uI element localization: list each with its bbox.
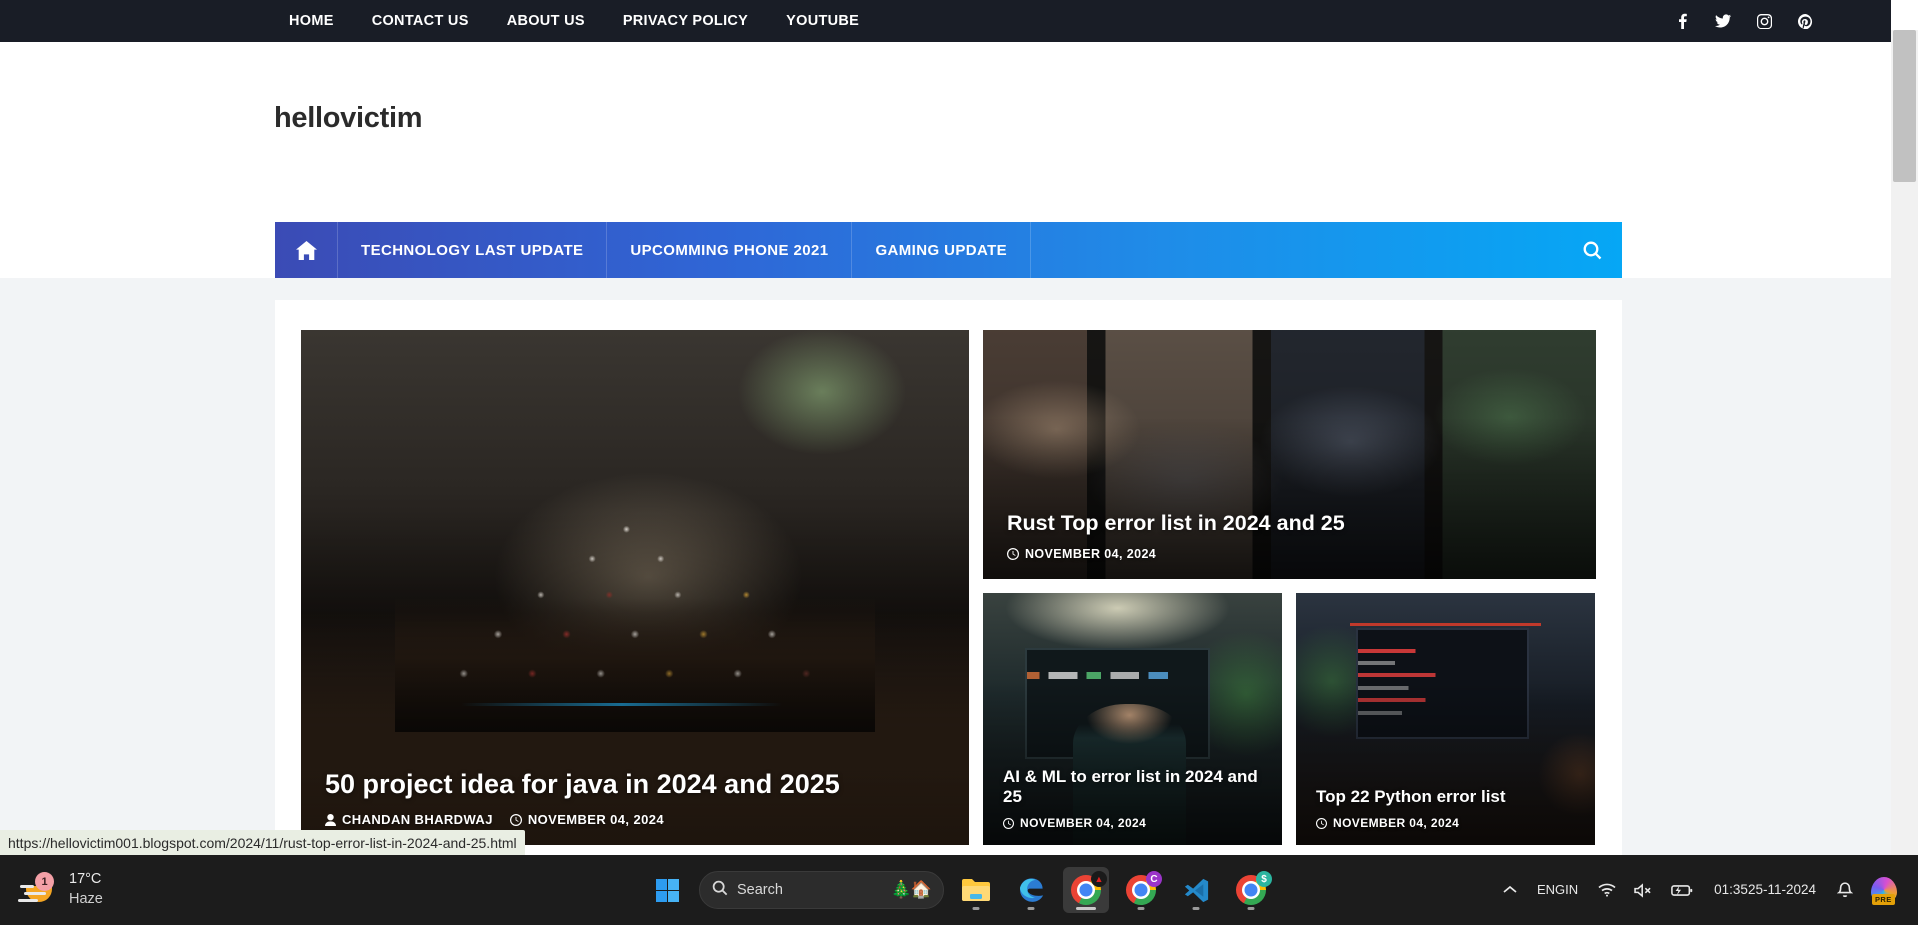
taskbar-app-microsoft-edge[interactable] xyxy=(1008,867,1054,913)
post-meta: NOVEMBER 04, 2024 xyxy=(1316,816,1581,830)
link-status-bar: https://hellovictim001.blogspot.com/2024… xyxy=(0,830,525,855)
instagram-icon[interactable] xyxy=(1756,13,1772,29)
mainnav-item-upcomming-phone-2021[interactable]: UPCOMMING PHONE 2021 xyxy=(607,222,853,278)
search-icon xyxy=(712,880,728,901)
post-text-block: AI & ML to error list in 2024 and 25 NOV… xyxy=(1003,767,1268,830)
mainnav-item-technology-last-update[interactable]: TECHNOLOGY LAST UPDATE xyxy=(338,222,608,278)
taskbar-app-google-chrome-profile-s[interactable]: $ xyxy=(1228,867,1274,913)
scrollbar-track-top-cap xyxy=(1891,0,1918,30)
post-date-text: NOVEMBER 04, 2024 xyxy=(1333,816,1460,830)
clock-icon xyxy=(1007,548,1019,560)
taskbar-app-file-explorer[interactable] xyxy=(953,867,999,913)
volume-muted-icon[interactable] xyxy=(1625,868,1662,912)
clock-time: 01:35 xyxy=(1714,881,1748,897)
copilot-preview-badge: PRE xyxy=(1872,894,1895,905)
post-date: NOVEMBER 04, 2024 xyxy=(1007,547,1156,561)
chrome-profile-badge: ▲ xyxy=(1091,871,1107,887)
post-card-ai-ml[interactable]: AI & ML to error list in 2024 and 25 NOV… xyxy=(983,593,1282,845)
post-author: CHANDAN BHARDWAJ xyxy=(325,812,493,827)
post-date-text: NOVEMBER 04, 2024 xyxy=(1025,547,1157,561)
seasonal-emoji-icon: 🎄🏠 xyxy=(890,880,932,899)
browser-viewport: HOME CONTACT US ABOUT US PRIVACY POLICY … xyxy=(0,0,1918,855)
system-tray: ENG IN 01:35 25-11-2024 PRE xyxy=(1494,868,1906,912)
post-date: NOVEMBER 04, 2024 xyxy=(1316,816,1459,830)
post-date-text: NOVEMBER 04, 2024 xyxy=(1020,816,1147,830)
clock-icon xyxy=(509,813,522,826)
microsoft-edge-icon xyxy=(1019,877,1043,902)
tray-clock[interactable]: 01:35 25-11-2024 xyxy=(1702,868,1828,912)
file-explorer-icon xyxy=(962,879,990,901)
post-text-block: Rust Top error list in 2024 and 25 NOVEM… xyxy=(1007,510,1576,561)
clock-icon xyxy=(1316,817,1327,829)
site-topbar: HOME CONTACT US ABOUT US PRIVACY POLICY … xyxy=(0,0,1891,42)
facebook-icon[interactable] xyxy=(1674,13,1690,29)
pinterest-icon[interactable] xyxy=(1797,13,1813,29)
topnav-item-privacy-policy[interactable]: PRIVACY POLICY xyxy=(604,13,767,29)
post-grid-right-column: Rust Top error list in 2024 and 25 NOVEM… xyxy=(983,330,1596,845)
user-icon xyxy=(325,813,336,826)
topnav-item-about-us[interactable]: ABOUT US xyxy=(488,13,604,29)
post-card-rust[interactable]: Rust Top error list in 2024 and 25 NOVEM… xyxy=(983,330,1596,579)
post-date: NOVEMBER 04, 2024 xyxy=(509,812,664,827)
post-meta: NOVEMBER 04, 2024 xyxy=(1003,816,1268,830)
page-scrollbar-track[interactable] xyxy=(1891,0,1918,855)
taskbar-app-google-chrome-active[interactable]: ▲ xyxy=(1063,867,1109,913)
page-scrollbar-thumb[interactable] xyxy=(1893,30,1916,182)
content-card: 50 project idea for java in 2024 and 202… xyxy=(275,300,1622,855)
topnav-item-home[interactable]: HOME xyxy=(270,13,353,29)
post-title[interactable]: Rust Top error list in 2024 and 25 xyxy=(1007,510,1576,536)
post-meta: CHANDAN BHARDWAJ NOVEMBER 04, 2024 xyxy=(325,812,949,827)
topnav-item-contact-us[interactable]: CONTACT US xyxy=(353,13,488,29)
topnav-item-youtube[interactable]: YOUTUBE xyxy=(767,13,878,29)
bell-icon[interactable] xyxy=(1828,868,1862,912)
main-navigation-bar: TECHNOLOGY LAST UPDATE UPCOMMING PHONE 2… xyxy=(275,222,1622,278)
wifi-icon[interactable] xyxy=(1589,868,1625,912)
site-title[interactable]: hellovictim xyxy=(274,102,422,135)
taskbar-search-placeholder: Search xyxy=(737,882,783,898)
post-title[interactable]: 50 project idea for java in 2024 and 202… xyxy=(325,768,949,801)
post-date: NOVEMBER 04, 2024 xyxy=(1003,816,1146,830)
search-icon[interactable] xyxy=(1562,222,1622,278)
post-grid-bottom-row: AI & ML to error list in 2024 and 25 NOV… xyxy=(983,593,1596,845)
taskbar-search-input[interactable]: Search 🎄🏠 xyxy=(699,871,944,909)
post-card-python[interactable]: Top 22 Python error list NOVEMBER 04, 20… xyxy=(1296,593,1595,845)
language-primary: ENG xyxy=(1536,881,1566,897)
mainnav-item-gaming-update[interactable]: GAMING UPDATE xyxy=(852,222,1032,278)
post-title[interactable]: Top 22 Python error list xyxy=(1316,787,1581,808)
windows-start-icon[interactable] xyxy=(644,867,690,913)
post-meta: NOVEMBER 04, 2024 xyxy=(1007,547,1576,561)
clock-date: 25-11-2024 xyxy=(1747,881,1816,897)
visual-studio-code-icon xyxy=(1184,878,1208,902)
chrome-profile-badge: $ xyxy=(1256,871,1272,887)
copilot-icon[interactable]: PRE xyxy=(1862,868,1906,912)
battery-charging-icon[interactable] xyxy=(1662,868,1702,912)
top-navigation: HOME CONTACT US ABOUT US PRIVACY POLICY … xyxy=(270,13,878,29)
tray-language-indicator[interactable]: ENG IN xyxy=(1526,868,1589,912)
post-text-block: 50 project idea for java in 2024 and 202… xyxy=(325,768,949,827)
post-text-block: Top 22 Python error list NOVEMBER 04, 20… xyxy=(1316,787,1581,830)
language-secondary: IN xyxy=(1565,881,1579,897)
post-date-text: NOVEMBER 04, 2024 xyxy=(527,812,664,827)
social-links xyxy=(1674,0,1813,42)
home-icon[interactable] xyxy=(275,222,338,278)
twitter-icon[interactable] xyxy=(1715,13,1731,29)
post-card-featured[interactable]: 50 project idea for java in 2024 and 202… xyxy=(301,330,969,845)
post-title[interactable]: AI & ML to error list in 2024 and 25 xyxy=(1003,767,1268,808)
post-author-name: CHANDAN BHARDWAJ xyxy=(342,812,493,827)
taskbar-app-google-chrome-profile-c[interactable]: C xyxy=(1118,867,1164,913)
post-grid: 50 project idea for java in 2024 and 202… xyxy=(301,330,1596,845)
chevron-up-icon[interactable] xyxy=(1494,868,1526,912)
clock-icon xyxy=(1003,817,1014,829)
chrome-profile-badge: C xyxy=(1146,871,1162,887)
taskbar-app-visual-studio-code[interactable] xyxy=(1173,867,1219,913)
windows-taskbar: 1 17°C Haze Search 🎄🏠 ▲ C $ ENG IN 01:35… xyxy=(0,855,1918,925)
